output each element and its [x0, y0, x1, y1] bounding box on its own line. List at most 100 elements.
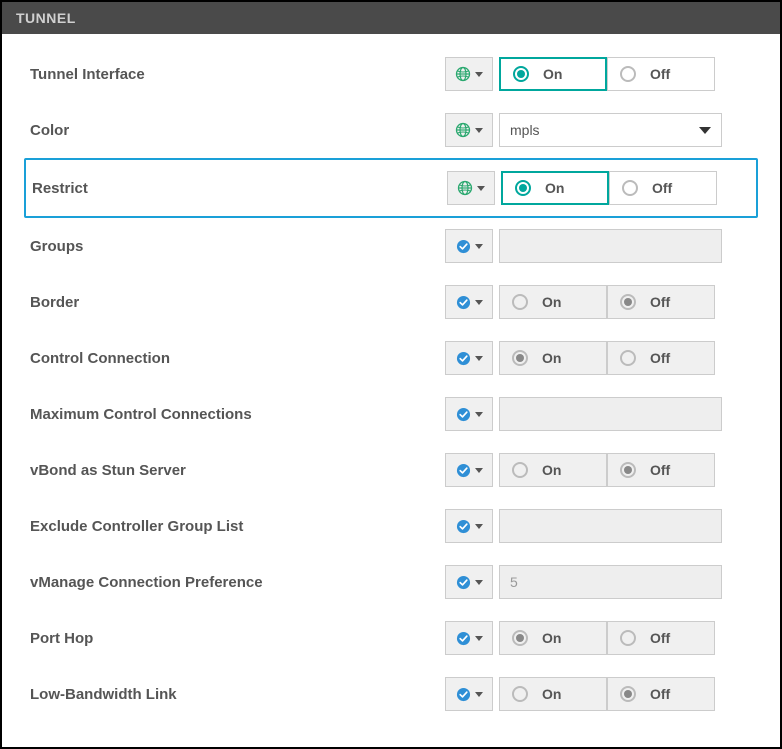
form-body: Tunnel Interface On Off [2, 34, 780, 744]
check-circle-icon [456, 463, 471, 478]
scope-btn-vbond-stun[interactable] [445, 453, 493, 487]
toggle-off[interactable]: Off [607, 285, 715, 319]
radio-icon [620, 462, 636, 478]
caret-icon [475, 244, 483, 249]
toggle-label: On [542, 350, 561, 366]
label-tunnel-interface: Tunnel Interface [30, 66, 445, 83]
scope-btn-port-hop[interactable] [445, 621, 493, 655]
radio-icon [512, 350, 528, 366]
toggle-off[interactable]: Off [607, 341, 715, 375]
label-low-bw: Low-Bandwidth Link [30, 686, 445, 703]
label-border: Border [30, 294, 445, 311]
input-exclude-group[interactable] [499, 509, 722, 543]
scope-btn-color[interactable] [445, 113, 493, 147]
toggle-label: Off [650, 462, 670, 478]
toggle-label: On [542, 462, 561, 478]
toggle-off[interactable]: Off [609, 171, 717, 205]
section-header: TUNNEL [2, 2, 780, 34]
check-circle-icon [456, 519, 471, 534]
scope-btn-tunnel-interface[interactable] [445, 57, 493, 91]
row-border: Border On Off [24, 274, 758, 330]
row-control-connection: Control Connection On Off [24, 330, 758, 386]
row-groups: Groups [24, 218, 758, 274]
row-max-control: Maximum Control Connections [24, 386, 758, 442]
scope-btn-low-bw[interactable] [445, 677, 493, 711]
label-exclude-group: Exclude Controller Group List [30, 518, 445, 535]
label-vbond-stun: vBond as Stun Server [30, 462, 445, 479]
toggle-control-connection: On Off [499, 341, 715, 375]
toggle-label: On [542, 630, 561, 646]
scope-btn-control-connection[interactable] [445, 341, 493, 375]
input-value: 5 [510, 574, 518, 590]
caret-icon [475, 636, 483, 641]
caret-icon [475, 580, 483, 585]
toggle-on[interactable]: On [501, 171, 609, 205]
input-vmanage-pref[interactable]: 5 [499, 565, 722, 599]
radio-icon [620, 686, 636, 702]
toggle-restrict: On Off [501, 171, 717, 205]
check-circle-icon [456, 407, 471, 422]
globe-icon [455, 66, 471, 82]
toggle-off[interactable]: Off [607, 453, 715, 487]
row-vbond-stun: vBond as Stun Server On Off [24, 442, 758, 498]
toggle-on[interactable]: On [499, 677, 607, 711]
toggle-off[interactable]: Off [607, 621, 715, 655]
label-groups: Groups [30, 238, 445, 255]
toggle-low-bw: On Off [499, 677, 715, 711]
scope-btn-vmanage-pref[interactable] [445, 565, 493, 599]
caret-icon [475, 356, 483, 361]
row-low-bw: Low-Bandwidth Link On Off [24, 666, 758, 722]
select-value: mpls [510, 122, 540, 138]
toggle-vbond-stun: On Off [499, 453, 715, 487]
input-max-control[interactable] [499, 397, 722, 431]
toggle-off[interactable]: Off [607, 677, 715, 711]
row-vmanage-pref: vManage Connection Preference 5 [24, 554, 758, 610]
check-circle-icon [456, 351, 471, 366]
radio-icon [620, 294, 636, 310]
scope-btn-border[interactable] [445, 285, 493, 319]
globe-icon [457, 180, 473, 196]
check-circle-icon [456, 631, 471, 646]
radio-icon [512, 294, 528, 310]
row-port-hop: Port Hop On Off [24, 610, 758, 666]
caret-icon [475, 128, 483, 133]
toggle-label: Off [650, 350, 670, 366]
label-max-control: Maximum Control Connections [30, 406, 445, 423]
scope-btn-groups[interactable] [445, 229, 493, 263]
caret-icon [477, 186, 485, 191]
toggle-label: Off [650, 66, 670, 82]
label-restrict: Restrict [32, 180, 447, 197]
label-port-hop: Port Hop [30, 630, 445, 647]
toggle-on[interactable]: On [499, 57, 607, 91]
radio-icon [515, 180, 531, 196]
radio-icon [512, 630, 528, 646]
check-circle-icon [456, 575, 471, 590]
scope-btn-max-control[interactable] [445, 397, 493, 431]
toggle-on[interactable]: On [499, 621, 607, 655]
caret-icon [475, 692, 483, 697]
toggle-on[interactable]: On [499, 341, 607, 375]
globe-icon [455, 122, 471, 138]
toggle-off[interactable]: Off [607, 57, 715, 91]
radio-icon [620, 66, 636, 82]
scope-btn-restrict[interactable] [447, 171, 495, 205]
radio-icon [513, 66, 529, 82]
input-groups[interactable] [499, 229, 722, 263]
caret-icon [475, 412, 483, 417]
select-color[interactable]: mpls [499, 113, 722, 147]
toggle-on[interactable]: On [499, 285, 607, 319]
toggle-label: On [542, 686, 561, 702]
toggle-port-hop: On Off [499, 621, 715, 655]
scope-btn-exclude-group[interactable] [445, 509, 493, 543]
caret-icon [475, 72, 483, 77]
toggle-label: Off [650, 294, 670, 310]
toggle-label: On [545, 180, 564, 196]
caret-icon [475, 468, 483, 473]
toggle-label: On [543, 66, 562, 82]
row-tunnel-interface: Tunnel Interface On Off [24, 46, 758, 102]
tunnel-panel: TUNNEL Tunnel Interface On Off [0, 0, 782, 749]
radio-icon [622, 180, 638, 196]
toggle-tunnel-interface: On Off [499, 57, 715, 91]
toggle-on[interactable]: On [499, 453, 607, 487]
caret-icon [475, 300, 483, 305]
